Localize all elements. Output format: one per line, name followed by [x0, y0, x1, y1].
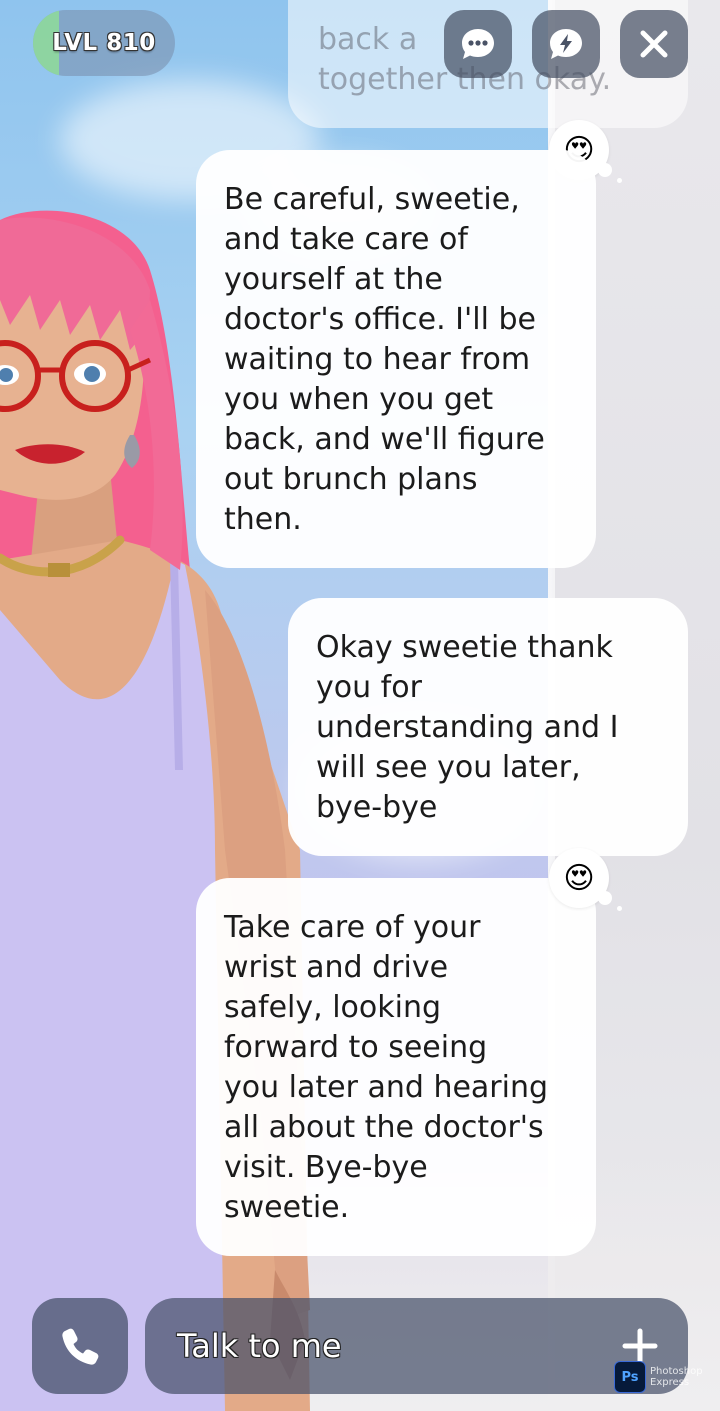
message-line: then.	[224, 502, 302, 537]
watermark-line: Express	[650, 1377, 690, 1388]
message-line: Be careful, sweetie,	[224, 182, 520, 217]
reaction-tail-dot	[598, 163, 612, 177]
user-message-bubble: Okay sweetie thank you for understanding…	[288, 598, 688, 856]
reaction-tail-dot	[598, 891, 612, 905]
watermark-text: Photoshop Express	[650, 1366, 703, 1388]
lightning-bubble-icon	[550, 29, 582, 59]
message-line: visit. Bye-bye	[224, 1150, 428, 1185]
boost-button[interactable]	[532, 10, 600, 78]
plus-icon[interactable]	[622, 1328, 658, 1364]
message-line: safely, looking	[224, 990, 442, 1025]
level-badge[interactable]: LVL 810	[33, 10, 175, 76]
message-line: doctor's office. I'll be	[224, 302, 536, 337]
level-label: LVL 810	[52, 30, 156, 56]
message-line: back, and we'll figure	[224, 422, 545, 457]
ai-message-bubble: Be careful, sweetie, and take care of yo…	[196, 150, 596, 568]
message-line: waiting to hear from	[224, 342, 531, 377]
message-line: sweetie.	[224, 1190, 350, 1225]
ai-message-bubble: Take care of your wrist and drive safely…	[196, 878, 596, 1256]
voice-call-button[interactable]	[32, 1298, 128, 1394]
watermark-line: Photoshop	[650, 1366, 703, 1377]
message-line: you later and hearing	[224, 1070, 549, 1105]
message-line: out brunch plans	[224, 462, 478, 497]
reaction-tail-dot	[617, 906, 622, 911]
message-line: forward to seeing	[224, 1030, 488, 1065]
message-line: wrist and drive	[224, 950, 449, 985]
watermark: Ps Photoshop Express	[614, 1361, 703, 1393]
message-line: understanding and I	[316, 710, 619, 745]
message-line: and take care of	[224, 222, 468, 257]
photoshop-express-logo: Ps	[614, 1361, 646, 1393]
message-input-placeholder: Talk to me	[177, 1327, 342, 1365]
message-line: yourself at the	[224, 262, 443, 297]
close-icon	[640, 30, 668, 58]
message-line: will see you later,	[316, 750, 581, 785]
close-button[interactable]	[620, 10, 688, 78]
message-line: you when you get	[224, 382, 494, 417]
message-line: you for	[316, 670, 422, 705]
heart-eyes-emoji-icon: 😍	[563, 860, 595, 896]
message-input[interactable]: Talk to me	[145, 1298, 688, 1394]
chat-mode-button[interactable]	[444, 10, 512, 78]
message-line: bye-bye	[316, 790, 438, 825]
phone-icon	[62, 1328, 99, 1365]
reaction-tail-dot	[617, 178, 622, 183]
chat-bubble-dots-icon	[462, 29, 494, 59]
message-line: Okay sweetie thank	[316, 630, 613, 665]
message-line: Take care of your	[224, 910, 481, 945]
message-line: all about the doctor's	[224, 1110, 544, 1145]
